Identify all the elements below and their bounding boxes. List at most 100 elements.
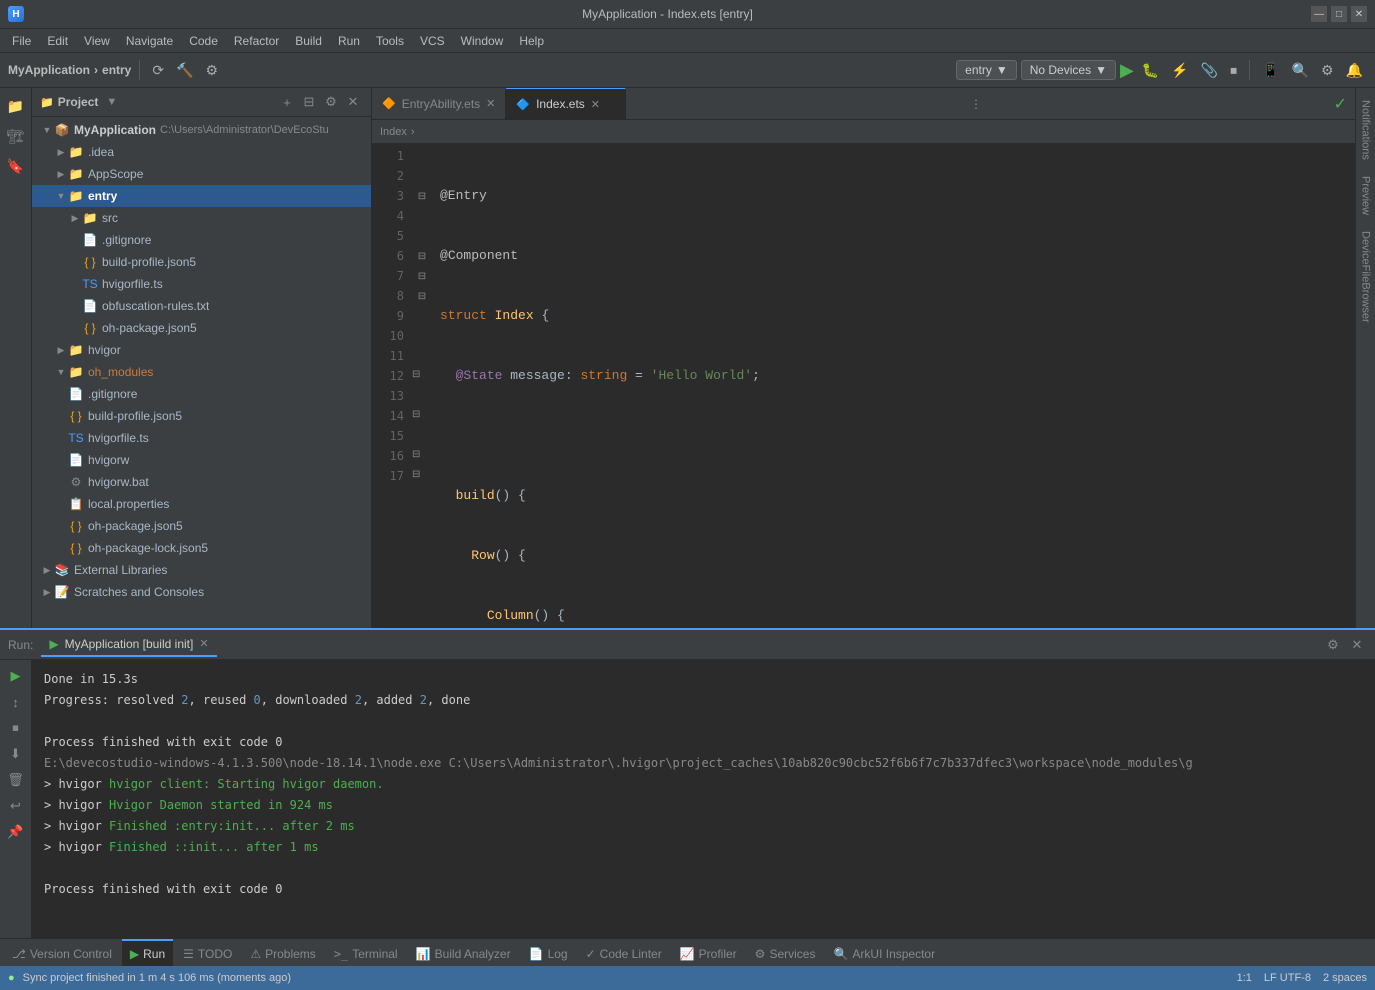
run-tab-build-init[interactable]: ▶ MyApplication [build init] ✕ [41,633,216,657]
menu-code[interactable]: Code [181,32,226,50]
menu-tools[interactable]: Tools [368,32,412,50]
sidebar-title-arrow[interactable]: ▼ [106,96,117,108]
notifications-button[interactable]: 🔔 [1342,60,1367,81]
settings-toolbar-button[interactable]: ⚙ [202,60,223,81]
bottom-tab-log[interactable]: 📄 Log [521,939,576,967]
fold-arrow-8[interactable]: ⊟ [418,291,426,302]
status-position[interactable]: 1:1 [1237,972,1252,984]
bottom-tab-build-analyzer[interactable]: 📊 Build Analyzer [408,939,519,967]
tree-item-gitignore-entry[interactable]: 📄 .gitignore [32,229,371,251]
tree-item-build-profile-entry[interactable]: { } build-profile.json5 [32,251,371,273]
status-encoding[interactable]: LF UTF-8 [1264,972,1311,984]
run-panel-settings-btn[interactable]: ⚙ [1323,635,1343,655]
preview-label[interactable]: Preview [1358,168,1374,223]
bottom-tab-run[interactable]: ▶ Run [122,939,173,967]
search-button[interactable]: 🔍 [1288,60,1313,81]
run-wrap-btn[interactable]: ↩ [4,794,28,818]
menu-navigate[interactable]: Navigate [118,32,181,50]
collapse-all-button[interactable]: ⊟ [299,92,319,112]
run-clear-btn[interactable]: 🗑 [4,768,28,792]
tree-item-hvigorw-bat[interactable]: ⚙ hvigorw.bat [32,471,371,493]
tree-item-scratches[interactable]: ▶ 📝 Scratches and Consoles [32,581,371,603]
menu-run[interactable]: Run [330,32,368,50]
tree-item-hvigorw[interactable]: 📄 hvigorw [32,449,371,471]
tab-index-ets[interactable]: 🔷 Index.ets ✕ [506,88,626,120]
tree-item-oh-modules[interactable]: ▼ 📁 oh_modules [32,361,371,383]
tabs-overflow[interactable]: ⋮ [970,97,990,111]
bottom-tab-code-linter[interactable]: ✓ Code Linter [578,939,670,967]
tab-close-index-ets[interactable]: ✕ [591,98,600,111]
run-content[interactable]: Done in 15.3s Progress: resolved 2, reus… [32,660,1375,938]
menu-file[interactable]: File [4,32,39,50]
sync-button[interactable]: ⟳ [148,60,168,81]
bottom-tab-services[interactable]: ⚙ Services [747,939,824,967]
activity-project-icon[interactable]: 📁 [2,92,30,120]
close-sidebar-button[interactable]: ✕ [343,92,363,112]
close-button[interactable]: ✕ [1351,6,1367,22]
fold-arrow-6[interactable]: ⊟ [418,251,426,262]
menu-help[interactable]: Help [511,32,552,50]
tree-item-idea[interactable]: ▶ 📁 .idea [32,141,371,163]
tree-item-hvigorfile-ts2[interactable]: TS hvigorfile.ts [32,427,371,449]
settings-button[interactable]: ⚙ [1317,60,1338,81]
code-editor[interactable]: 1 2 3 4 5 6 7 8 9 10 11 12 13 14 15 16 1… [372,144,1355,628]
run-pin-btn[interactable]: 📌 [4,820,28,844]
run-play-btn[interactable]: ▶ [4,664,28,688]
fold-arrow-7[interactable]: ⊟ [418,271,426,282]
run-scroll-end-btn[interactable]: ⬇ [4,742,28,766]
bottom-tab-profiler[interactable]: 📈 Profiler [672,939,745,967]
tree-item-build-profile-root[interactable]: { } build-profile.json5 [32,405,371,427]
minimize-button[interactable]: — [1311,6,1327,22]
bottom-tab-todo[interactable]: ☰ TODO [175,939,240,967]
stop-button[interactable]: ⏹ [1226,60,1241,81]
menu-vcs[interactable]: VCS [412,32,453,50]
menu-build[interactable]: Build [287,32,330,50]
tab-entry-ability[interactable]: 🔶 EntryAbility.ets ✕ [372,88,506,120]
tab-close-entry-ability[interactable]: ✕ [486,97,495,110]
code-content[interactable]: @Entry @Component struct Index { @State … [432,144,1355,628]
tree-item-obfuscation[interactable]: 📄 obfuscation-rules.txt [32,295,371,317]
maximize-button[interactable]: □ [1331,6,1347,22]
run-stop-btn[interactable]: ⏹ [4,716,28,740]
settings-sidebar-button[interactable]: ⚙ [321,92,341,112]
build-button[interactable]: 🔨 [172,60,197,81]
tree-item-ext-libraries[interactable]: ▶ 📚 External Libraries [32,559,371,581]
tree-item-entry[interactable]: ▼ 📁 entry [32,185,371,207]
run-config-dropdown[interactable]: entry ▼ [956,60,1017,80]
debug-button[interactable]: 🐛 [1138,60,1163,81]
run-rerun-btn[interactable]: ↕ [4,690,28,714]
fold-arrow-17[interactable]: ⊟ [412,469,420,480]
bottom-tab-version-control[interactable]: ⎇ Version Control [4,939,120,967]
tree-item-hvigorfile-ts[interactable]: TS hvigorfile.ts [32,273,371,295]
tree-item-oh-package-entry[interactable]: { } oh-package.json5 [32,317,371,339]
tree-item-oh-package-root[interactable]: { } oh-package.json5 [32,515,371,537]
add-file-button[interactable]: + [277,92,297,112]
tree-item-src[interactable]: ▶ 📁 src [32,207,371,229]
run-tab-close[interactable]: ✕ [199,637,208,650]
activity-bookmarks-icon[interactable]: 🔖 [2,152,30,180]
status-indent[interactable]: 2 spaces [1323,972,1367,984]
fold-arrow-12[interactable]: ⊟ [412,369,420,380]
menu-refactor[interactable]: Refactor [226,32,287,50]
run-button[interactable]: ▶ [1120,60,1134,81]
fold-arrow-14[interactable]: ⊟ [412,409,420,420]
device-file-browser-label[interactable]: DeviceFileBrowser [1358,223,1374,331]
notifications-label[interactable]: Notifications [1358,92,1374,168]
tree-item-hvigor[interactable]: ▶ 📁 hvigor [32,339,371,361]
tree-item-root[interactable]: ▼ 📦 MyApplication C:\Users\Administrator… [32,119,371,141]
tree-item-oh-package-lock[interactable]: { } oh-package-lock.json5 [32,537,371,559]
tree-item-local-props[interactable]: 📋 local.properties [32,493,371,515]
profile-button[interactable]: ⚡ [1167,60,1192,81]
device-selector-dropdown[interactable]: No Devices ▼ [1021,60,1116,80]
bottom-tab-arkui-inspector[interactable]: 🔍 ArkUI Inspector [825,939,943,967]
fold-arrow-3[interactable]: ⊟ [418,191,426,202]
device-manager-button[interactable]: 📱 [1258,60,1283,81]
tree-item-appscope[interactable]: ▶ 📁 AppScope [32,163,371,185]
menu-edit[interactable]: Edit [39,32,76,50]
menu-view[interactable]: View [76,32,118,50]
bottom-tab-problems[interactable]: ⚠ Problems [242,939,323,967]
fold-arrow-16[interactable]: ⊟ [412,449,420,460]
menu-window[interactable]: Window [453,32,512,50]
attach-button[interactable]: 📎 [1197,60,1222,81]
tree-item-gitignore-root[interactable]: 📄 .gitignore [32,383,371,405]
